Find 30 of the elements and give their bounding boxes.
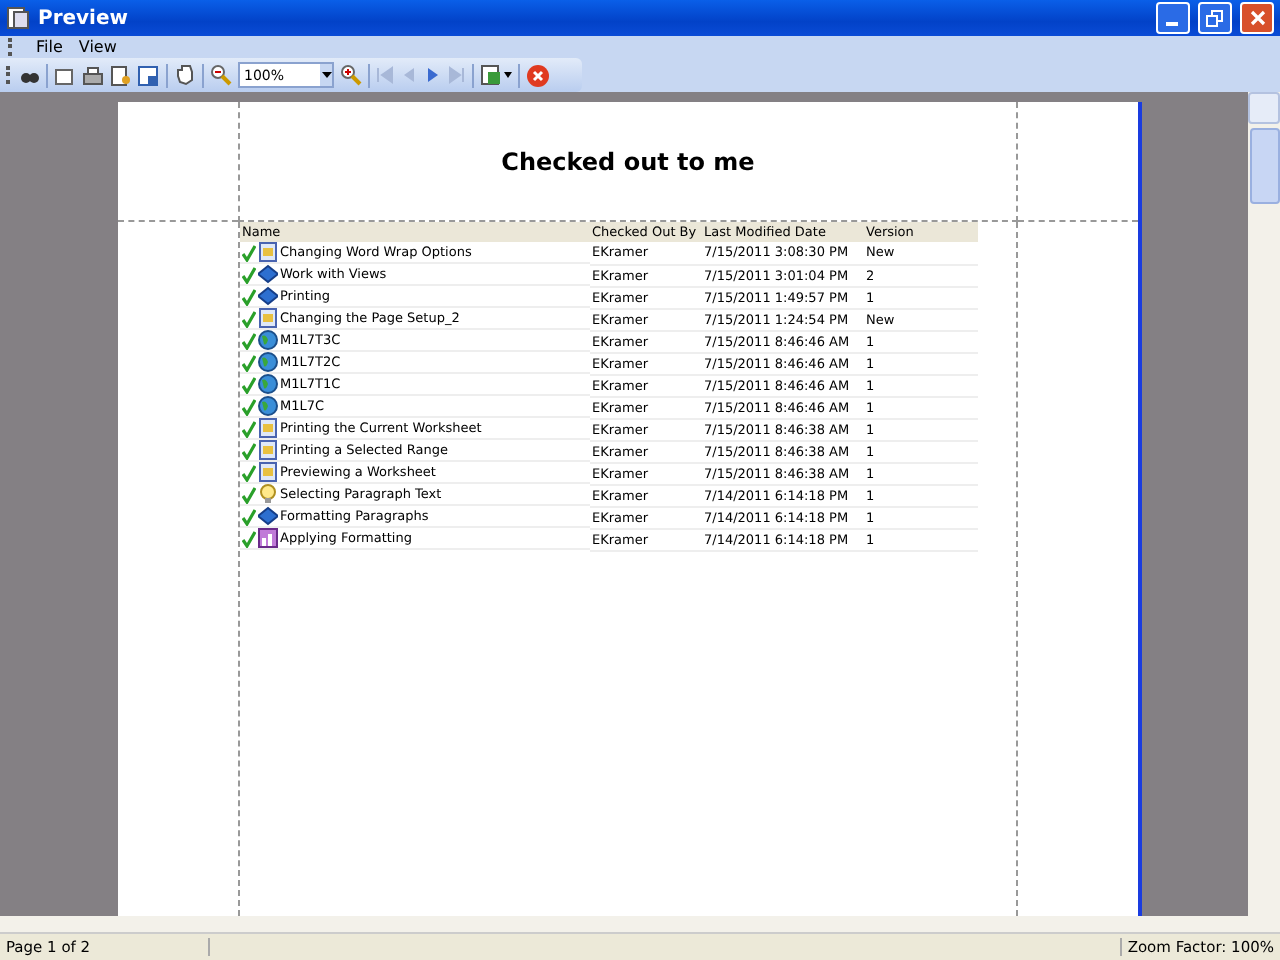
layout-icon[interactable]: [138, 65, 160, 85]
next-page-icon[interactable]: [424, 66, 442, 84]
globe-icon: [258, 374, 278, 394]
document-icon: [258, 308, 278, 328]
globe-icon: [258, 352, 278, 372]
page-setup-icon[interactable]: [54, 65, 76, 85]
menu-item[interactable]: File: [36, 38, 63, 56]
minimize-button[interactable]: [1156, 2, 1190, 34]
vertical-scrollbar[interactable]: [1248, 92, 1280, 916]
book-icon: [258, 506, 278, 526]
zoom-in-icon[interactable]: [340, 64, 362, 86]
close-icon: [1249, 10, 1265, 26]
print-icon[interactable]: [82, 65, 104, 85]
report-title: Checked out to me: [501, 147, 755, 175]
caret-icon: [321, 72, 331, 78]
horizontal-scrollbar[interactable]: [0, 916, 1280, 932]
chart-icon: [258, 528, 278, 548]
restore-icon: [1206, 9, 1224, 27]
window-title: Preview: [38, 7, 131, 29]
restore-button[interactable]: [1198, 2, 1232, 34]
lightbulb-icon: [258, 484, 278, 504]
close-button[interactable]: [1240, 2, 1274, 34]
document-icon: [258, 242, 278, 262]
app-icon: [6, 6, 30, 30]
zoom-out-icon[interactable]: [210, 64, 232, 86]
globe-icon: [258, 396, 278, 416]
close-preview-icon[interactable]: [526, 63, 550, 87]
globe-icon: [258, 330, 278, 350]
menu-item[interactable]: View: [78, 38, 117, 56]
save-icon[interactable]: [480, 64, 512, 86]
